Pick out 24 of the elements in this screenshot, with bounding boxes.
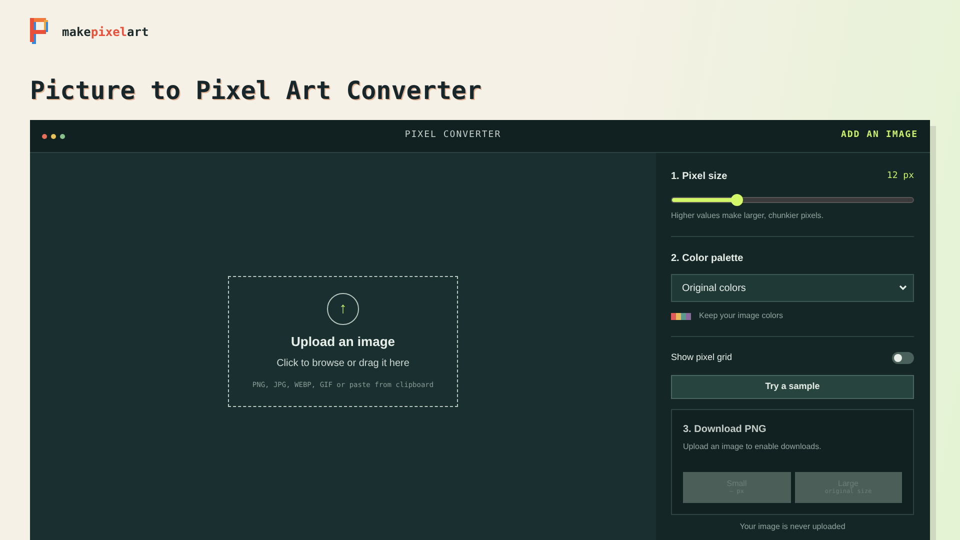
- palette-note: Keep your image colors: [699, 310, 784, 322]
- try-sample-button[interactable]: Try a sample: [671, 374, 914, 398]
- window-title: PIXEL CONVERTER: [404, 129, 502, 142]
- upload-subtitle: Click to browse or drag it here: [276, 356, 410, 370]
- brand-name[interactable]: makepixelart: [62, 23, 149, 41]
- pixel-size-slider[interactable]: [671, 197, 914, 203]
- pixel-grid-toggle[interactable]: [892, 352, 914, 364]
- download-hint: Upload an image to enable downloads.: [683, 440, 822, 452]
- pixel-size-label: 1. Pixel size: [671, 170, 728, 184]
- privacy-note: Your image is never uploaded: [738, 520, 846, 532]
- download-title: 3. Download PNG: [683, 422, 768, 436]
- window-controls-icon: [42, 134, 65, 138]
- chevron-down-icon: [899, 285, 907, 291]
- slider-thumb[interactable]: [731, 194, 744, 206]
- pixel-size-hint: Higher values make larger, chunkier pixels.: [671, 210, 825, 222]
- add-image-link[interactable]: ADD AN IMAGE: [840, 129, 918, 143]
- upload-icon: ↑: [327, 293, 359, 325]
- pixel-size-reading: 12 px: [886, 170, 914, 183]
- color-palette-label: 2. Color palette: [671, 252, 744, 266]
- pixel-logo-icon[interactable]: [30, 18, 50, 46]
- pixel-grid-label: Show pixel grid: [671, 351, 732, 364]
- upload-title: Upload an image: [290, 333, 396, 351]
- page-title: Picture to Pixel Art Converter: [30, 76, 483, 106]
- palette-dropdown[interactable]: Original colors: [671, 274, 914, 302]
